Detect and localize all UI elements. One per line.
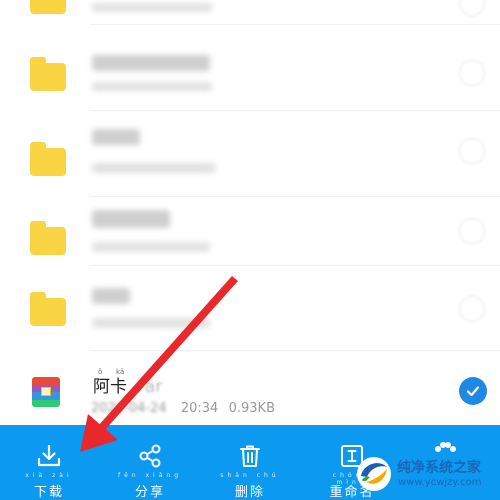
- file-row-folder[interactable]: [0, 266, 500, 351]
- file-row-folder[interactable]: [0, 25, 500, 110]
- file-date: 2020-04-24: [91, 401, 167, 416]
- watermark-url: www.ycwjzy.com: [398, 477, 482, 488]
- pinyin-annotation: shān chú: [220, 472, 280, 479]
- blurred-meta: [92, 163, 216, 173]
- share-icon: [139, 444, 161, 468]
- watermark-logo-icon: [357, 457, 391, 491]
- select-circle[interactable]: [459, 0, 485, 16]
- file-name-text: 阿卡: [93, 377, 127, 397]
- blurred-name: [92, 129, 140, 145]
- pinyin-annotation: fēn xiǎng: [117, 472, 183, 479]
- watermark: 纯净系统之家 www.ycwjzy.com: [355, 455, 495, 493]
- pinyin-annotation: kǎ: [116, 368, 125, 376]
- folder-icon: [30, 292, 66, 326]
- file-extension: .rar: [132, 377, 163, 397]
- delete-button[interactable]: shān chú 删除: [215, 425, 285, 500]
- file-row-folder[interactable]: [0, 111, 500, 196]
- pinyin-annotation: ǒ: [98, 368, 103, 376]
- download-label: 下载: [33, 485, 64, 500]
- trash-icon: [240, 445, 260, 467]
- file-list: ǒ kǎ 阿卡 .rar 2020-04-24 20:34 0.93KB: [0, 0, 500, 425]
- file-size: 0.93KB: [228, 401, 275, 416]
- select-circle[interactable]: [459, 60, 485, 86]
- blurred-name: [92, 55, 210, 71]
- delete-label: 删除: [234, 485, 265, 500]
- select-circle[interactable]: [459, 218, 485, 244]
- blurred-meta: [92, 242, 210, 252]
- blurred-meta: [92, 82, 212, 91]
- folder-icon: [30, 57, 66, 91]
- blurred-meta: [92, 318, 210, 328]
- watermark-title: 纯净系统之家: [397, 460, 481, 476]
- folder-icon: [30, 0, 66, 14]
- file-time: 20:34: [180, 401, 219, 416]
- folder-icon: [30, 142, 66, 176]
- blurred-name: [92, 210, 170, 228]
- selected-check-icon[interactable]: [459, 377, 487, 405]
- select-circle[interactable]: [459, 138, 485, 164]
- blurred-meta: [92, 3, 212, 12]
- file-name: ǒ kǎ 阿卡 .rar: [93, 368, 163, 397]
- download-button[interactable]: xià zài 下载: [14, 425, 84, 500]
- blurred-name: [92, 288, 130, 304]
- select-circle[interactable]: [459, 296, 485, 322]
- download-icon: [37, 444, 61, 467]
- file-row-folder[interactable]: [0, 0, 500, 22]
- pinyin-annotation: xià zài: [25, 472, 73, 479]
- share-button[interactable]: fēn xiǎng 分享: [115, 425, 185, 500]
- folder-icon: [30, 221, 66, 255]
- share-label: 分享: [134, 485, 165, 500]
- rar-archive-icon: [32, 377, 60, 407]
- file-meta: 2020-04-24 20:34 0.93KB: [91, 401, 275, 416]
